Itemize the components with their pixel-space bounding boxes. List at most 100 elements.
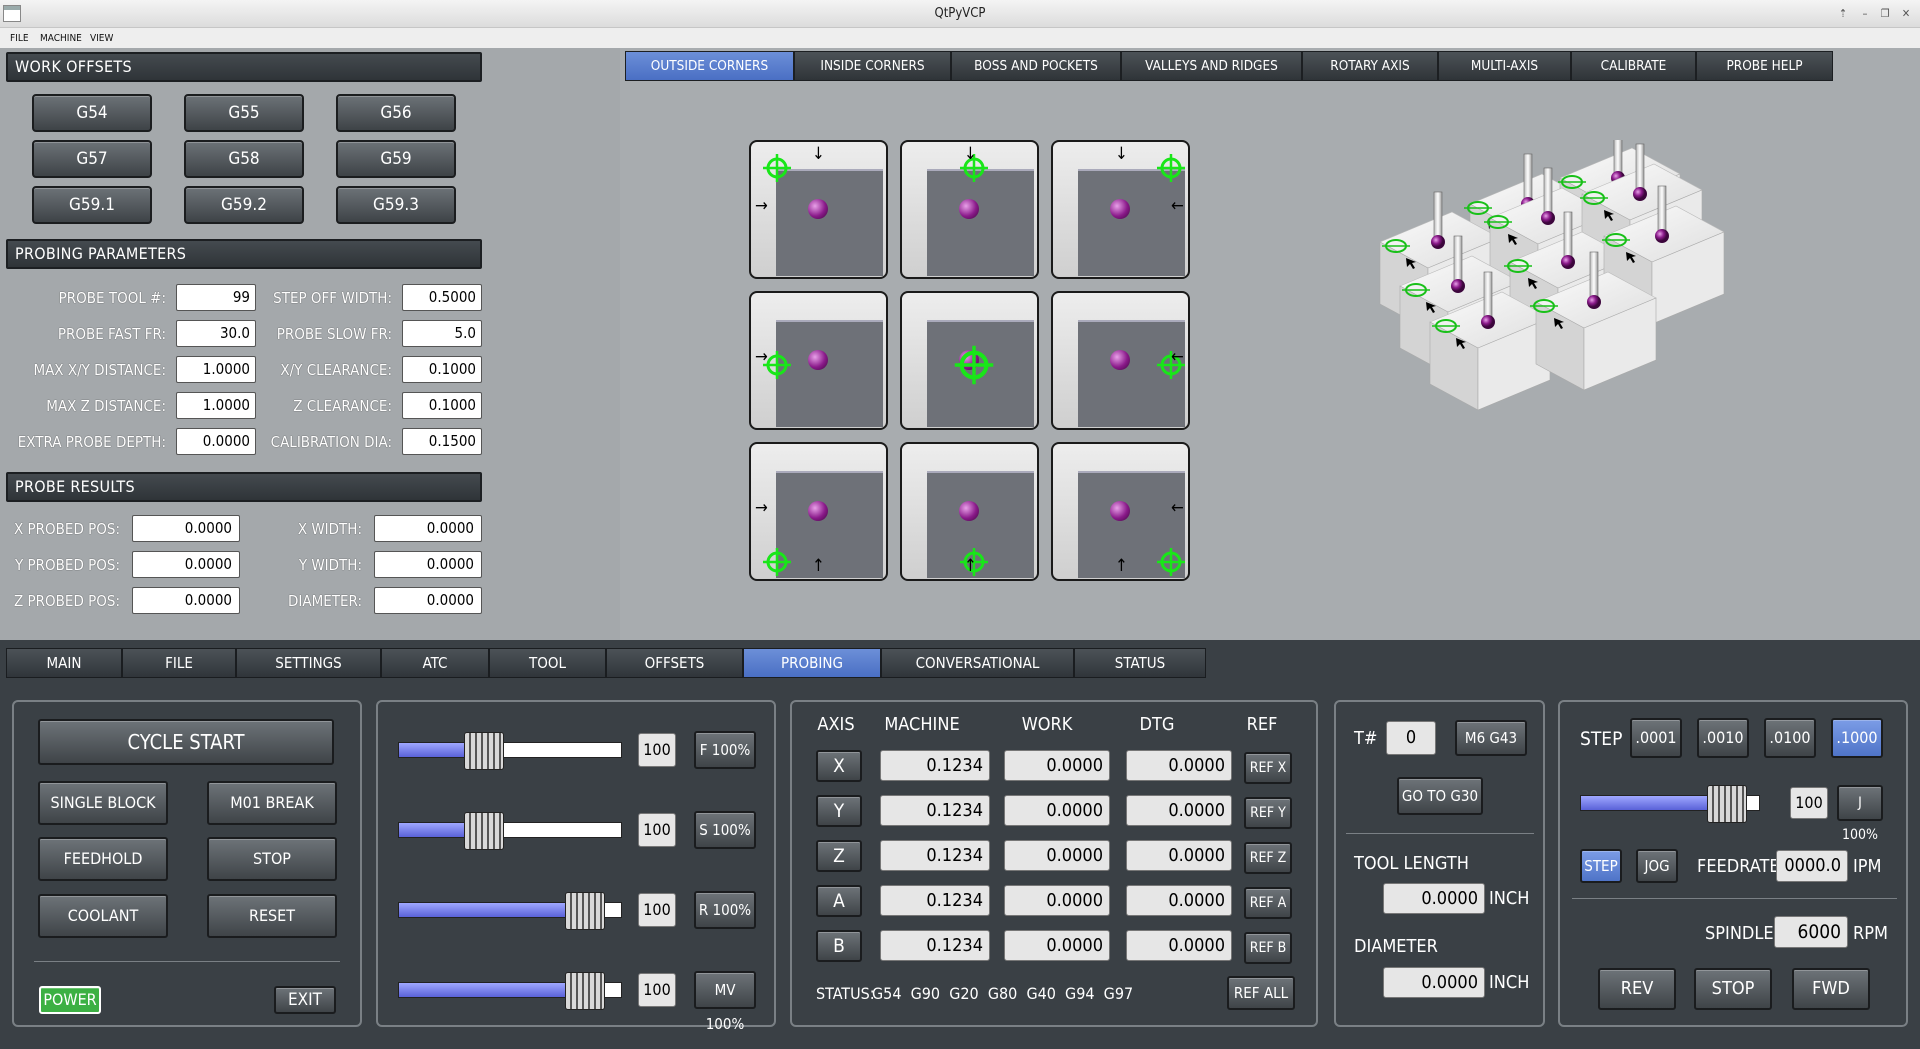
spindle-override-reset-button[interactable]: S 100% <box>694 811 756 849</box>
rapid-override-handle[interactable] <box>565 892 605 930</box>
spindle-fwd-button[interactable]: FWD <box>1792 968 1870 1010</box>
single-block-button[interactable]: SINGLE BLOCK <box>38 781 168 825</box>
coolant-button[interactable]: COOLANT <box>38 894 168 938</box>
probe-param-field[interactable]: 0.5000 <box>402 284 482 311</box>
mode-jog-button[interactable]: JOG <box>1636 849 1678 883</box>
tab-probing[interactable]: PROBING <box>743 648 881 678</box>
spindle-override-slider[interactable] <box>398 812 622 850</box>
feed-override-slider[interactable] <box>398 732 622 770</box>
probe-param-field[interactable]: 5.0 <box>402 320 482 347</box>
stop-button[interactable]: STOP <box>207 837 337 881</box>
tool-number-field[interactable]: 0 <box>1386 721 1436 755</box>
ref-y-button[interactable]: REF Y <box>1244 797 1292 829</box>
ref-a-button[interactable]: REF A <box>1244 887 1292 919</box>
max-velocity-override-handle[interactable] <box>565 972 605 1010</box>
ref-z-button[interactable]: REF Z <box>1244 842 1292 874</box>
step-0001-button[interactable]: .0001 <box>1630 718 1682 758</box>
step-1000-button[interactable]: .1000 <box>1831 718 1883 758</box>
power-button[interactable]: POWER <box>39 986 101 1014</box>
tab-boss-and-pockets[interactable]: BOSS AND POCKETS <box>951 51 1121 81</box>
probe-cell-center[interactable] <box>900 291 1039 430</box>
max-velocity-override-slider[interactable] <box>398 972 622 1010</box>
tab-multi-axis[interactable]: MULTI-AXIS <box>1438 51 1571 81</box>
probe-param-field[interactable]: 0.1500 <box>402 428 482 455</box>
tool-diameter-field[interactable]: 0.0000 <box>1383 967 1485 998</box>
maximize-icon[interactable]: ❐ <box>1877 6 1893 22</box>
tab-conversational[interactable]: CONVERSATIONAL <box>881 648 1074 678</box>
ref-all-button[interactable]: REF ALL <box>1227 976 1295 1010</box>
work-offset-g56-button[interactable]: G56 <box>336 94 456 132</box>
tab-file[interactable]: FILE <box>122 648 236 678</box>
mode-step-button[interactable]: STEP <box>1580 849 1622 883</box>
tab-atc[interactable]: ATC <box>381 648 489 678</box>
probe-cell-bottom-right[interactable]: ← ↑ <box>1051 442 1190 581</box>
axis-y-button[interactable]: Y <box>816 795 862 827</box>
m01-break-button[interactable]: M01 BREAK <box>207 781 337 825</box>
probe-cell-top-left[interactable]: ↓ → <box>749 140 888 279</box>
tab-tool[interactable]: TOOL <box>489 648 606 678</box>
close-icon[interactable]: ✕ <box>1898 6 1914 22</box>
go-to-g30-button[interactable]: GO TO G30 <box>1397 777 1483 815</box>
tool-length-field[interactable]: 0.0000 <box>1383 883 1485 914</box>
step-0010-button[interactable]: .0010 <box>1697 718 1749 758</box>
m6-g43-button[interactable]: M6 G43 <box>1455 720 1527 756</box>
axis-b-button[interactable]: B <box>816 930 862 962</box>
rapid-override-field[interactable]: 100 <box>638 893 676 927</box>
jog-reset-button[interactable]: J 100% <box>1837 785 1883 843</box>
menu-machine[interactable]: MACHINE <box>40 33 82 44</box>
jog-speed-slider[interactable] <box>1580 785 1760 823</box>
probe-cell-mid-left[interactable]: → <box>749 291 888 430</box>
work-offset-g58-button[interactable]: G58 <box>184 140 304 178</box>
ref-b-button[interactable]: REF B <box>1244 932 1292 964</box>
probe-cell-bottom-left[interactable]: → ↑ <box>749 442 888 581</box>
tab-calibrate[interactable]: CALIBRATE <box>1571 51 1696 81</box>
work-offset-g55-button[interactable]: G55 <box>184 94 304 132</box>
tab-valleys-and-ridges[interactable]: VALLEYS AND RIDGES <box>1121 51 1302 81</box>
tab-probe-help[interactable]: PROBE HELP <box>1696 51 1833 81</box>
probe-cell-top-center[interactable]: ↓ <box>900 140 1039 279</box>
probe-cell-mid-right[interactable]: ← <box>1051 291 1190 430</box>
menu-view[interactable]: VIEW <box>90 33 113 44</box>
work-offset-g59-3-button[interactable]: G59.3 <box>336 186 456 224</box>
feedhold-button[interactable]: FEEDHOLD <box>38 837 168 881</box>
jog-speed-handle[interactable] <box>1707 785 1747 823</box>
feed-override-reset-button[interactable]: F 100% <box>694 731 756 769</box>
probe-cell-bottom-center[interactable]: ↑ <box>900 442 1039 581</box>
spindle-stop-button[interactable]: STOP <box>1694 968 1772 1010</box>
tab-outside-corners[interactable]: OUTSIDE CORNERS <box>625 51 794 81</box>
ref-x-button[interactable]: REF X <box>1244 752 1292 784</box>
work-offset-g59-2-button[interactable]: G59.2 <box>184 186 304 224</box>
work-offset-g59-1-button[interactable]: G59.1 <box>32 186 152 224</box>
spindle-rev-button[interactable]: REV <box>1598 968 1676 1010</box>
spindle-override-handle[interactable] <box>464 812 504 850</box>
spindle-override-field[interactable]: 100 <box>638 813 676 847</box>
tab-main[interactable]: MAIN <box>6 648 122 678</box>
tab-settings[interactable]: SETTINGS <box>236 648 381 678</box>
probe-param-field[interactable]: 0.1000 <box>402 356 482 383</box>
max-velocity-override-reset-button[interactable]: MV 100% <box>694 971 756 1033</box>
reset-button[interactable]: RESET <box>207 894 337 938</box>
axis-z-button[interactable]: Z <box>816 840 862 872</box>
tab-status[interactable]: STATUS <box>1074 648 1206 678</box>
exit-button[interactable]: EXIT <box>274 986 336 1014</box>
feed-override-handle[interactable] <box>464 732 504 770</box>
work-offset-g54-button[interactable]: G54 <box>32 94 152 132</box>
window-menu-icon[interactable]: ⇡ <box>1835 6 1851 22</box>
work-offset-g59-button[interactable]: G59 <box>336 140 456 178</box>
axis-a-button[interactable]: A <box>816 885 862 917</box>
axis-x-button[interactable]: X <box>816 750 862 782</box>
menu-file[interactable]: FILE <box>10 33 29 44</box>
probe-cell-top-right[interactable]: ↓ ← <box>1051 140 1190 279</box>
rapid-override-reset-button[interactable]: R 100% <box>694 891 756 929</box>
tab-offsets[interactable]: OFFSETS <box>606 648 743 678</box>
tab-rotary-axis[interactable]: ROTARY AXIS <box>1302 51 1438 81</box>
minimize-icon[interactable]: – <box>1857 6 1873 22</box>
jog-speed-field[interactable]: 100 <box>1790 787 1828 819</box>
cycle-start-button[interactable]: CYCLE START <box>38 719 334 765</box>
max-velocity-override-field[interactable]: 100 <box>638 973 676 1007</box>
work-offset-g57-button[interactable]: G57 <box>32 140 152 178</box>
rapid-override-slider[interactable] <box>398 892 622 930</box>
probe-param-field[interactable]: 0.1000 <box>402 392 482 419</box>
feed-override-field[interactable]: 100 <box>638 733 676 767</box>
step-0100-button[interactable]: .0100 <box>1764 718 1816 758</box>
